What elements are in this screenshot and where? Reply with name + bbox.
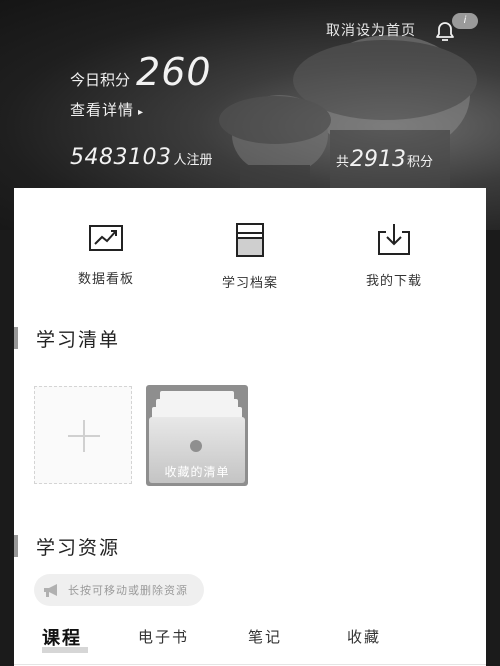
resources-header: 学习资源 [14, 533, 120, 559]
chart-trend-icon [89, 225, 123, 251]
quick-study-archive[interactable]: 学习档案 [190, 222, 310, 291]
section-accent-bar [14, 327, 18, 349]
quick-actions: 数据看板 学习档案 我的下载 [14, 222, 486, 302]
total-points-prefix: 共 [336, 155, 350, 170]
resources-hint-text: 长按可移动或删除资源 [68, 584, 188, 597]
total-points-value: 2913 [350, 147, 407, 172]
folder-archive-icon [236, 223, 264, 257]
registered-label: 人注册 [173, 153, 213, 168]
study-list-title: 学习清单 [36, 328, 121, 351]
today-points-value: 260 [136, 50, 212, 94]
notification-badge[interactable]: i [452, 13, 478, 29]
quick-study-archive-label: 学习档案 [221, 276, 278, 291]
main-card: 数据看板 学习档案 我的下载 学习清单 收藏的清单 学习资源 长按可移动或删除资… [14, 188, 486, 666]
add-study-list-button[interactable] [34, 386, 132, 484]
quick-my-downloads[interactable]: 我的下载 [334, 222, 454, 289]
triangle-right-icon: ▸ [138, 107, 145, 118]
today-points: 今日积分 260 [70, 50, 212, 94]
today-points-label: 今日积分 [70, 71, 131, 89]
registered-users: 5483103 人注册 [70, 145, 213, 170]
cancel-set-homepage-link[interactable]: 取消设为首页 [326, 20, 416, 40]
section-accent-bar [14, 535, 18, 557]
resources-title: 学习资源 [36, 536, 121, 559]
download-tray-icon [378, 224, 410, 255]
study-list-header: 学习清单 [14, 325, 120, 351]
total-points: 共 2913 积分 [336, 147, 433, 172]
view-details-label: 查看详情 [70, 101, 135, 119]
total-points-suffix: 积分 [407, 155, 434, 170]
favorites-list-label: 收藏的清单 [164, 465, 230, 479]
tab-ebooks[interactable]: 电子书 [138, 626, 189, 647]
tab-courses[interactable]: 课程 [42, 624, 82, 650]
tab-notes[interactable]: 笔记 [248, 626, 282, 647]
quick-data-dashboard-label: 数据看板 [77, 272, 134, 287]
megaphone-icon [44, 584, 57, 597]
quick-data-dashboard[interactable]: 数据看板 [46, 222, 166, 287]
registered-count: 5483103 [70, 145, 172, 170]
favorites-list-card[interactable]: 收藏的清单 [146, 385, 248, 486]
tabs-divider [14, 664, 486, 665]
quick-my-downloads-label: 我的下载 [365, 274, 422, 289]
resources-hint: 长按可移动或删除资源 [34, 574, 204, 606]
view-details-link[interactable]: 查看详情 ▸ [70, 99, 144, 120]
tab-favorites[interactable]: 收藏 [347, 626, 381, 647]
resource-tabs: 课程 电子书 笔记 收藏 [14, 620, 486, 666]
